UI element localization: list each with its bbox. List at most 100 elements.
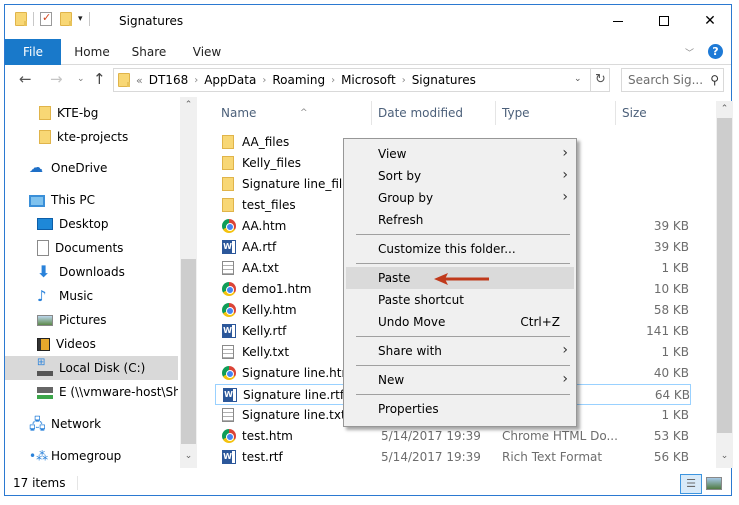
file-row[interactable]: test.htm 5/14/2017 19:39 Chrome HTML Do...… <box>215 426 691 447</box>
menu-item-group-by[interactable]: Group by › <box>346 187 574 209</box>
menu-item-label: Paste <box>378 271 411 285</box>
scroll-up-arrow-icon[interactable]: ⌃ <box>716 104 733 114</box>
expand-ribbon-chevron-icon[interactable]: ﹀ <box>685 46 694 59</box>
nav-pane-scrollbar[interactable]: ⌃ ⌄ <box>180 97 197 468</box>
scrollbar-thumb[interactable] <box>717 118 732 433</box>
divider <box>88 12 90 26</box>
menu-item-paste-shortcut[interactable]: Paste shortcut <box>346 289 574 311</box>
tab-file[interactable]: File <box>5 39 61 65</box>
menu-item-new[interactable]: New › <box>346 369 574 391</box>
scroll-down-arrow-icon[interactable]: ⌄ <box>716 451 733 461</box>
menu-item-view[interactable]: View › <box>346 143 574 165</box>
nav-item-onedrive[interactable]: ☁ OneDrive <box>5 156 178 180</box>
homegroup-icon: •⁂ <box>29 449 49 463</box>
nav-item-documents[interactable]: Documents <box>5 236 178 260</box>
nav-item-kte-bg[interactable]: KTE-bg <box>5 101 178 125</box>
address-history-dropdown-icon[interactable]: ⌄ <box>574 74 582 84</box>
breadcrumb-item[interactable]: Microsoft <box>341 73 396 87</box>
maximize-button[interactable] <box>641 5 687 37</box>
nav-item-local-disk[interactable]: Local Disk (C:) <box>5 356 178 380</box>
breadcrumb-item[interactable]: AppData <box>204 73 256 87</box>
properties-icon[interactable] <box>40 11 52 26</box>
nav-item-network[interactable]: 🖧 Network <box>5 412 178 436</box>
scroll-up-arrow-icon[interactable]: ⌃ <box>180 100 197 110</box>
column-header-size[interactable]: Size <box>615 101 695 125</box>
file-row[interactable]: test.rtf 5/14/2017 19:39 Rich Text Format 5… <box>215 447 691 468</box>
recent-locations-chevron-icon[interactable]: ⌄ <box>77 74 85 84</box>
breadcrumb-chevron-icon[interactable]: › <box>262 75 266 86</box>
nav-item-this-pc[interactable]: This PC <box>5 188 178 212</box>
file-size: 39 KB <box>653 219 689 233</box>
menu-item-undo-move[interactable]: Undo Move Ctrl+Z <box>346 311 574 333</box>
minimize-button[interactable] <box>595 5 641 37</box>
search-input[interactable]: Search Sig... ⚲ <box>621 68 724 92</box>
nav-item-videos[interactable]: Videos <box>5 332 178 356</box>
file-name: Kelly.htm <box>242 303 297 317</box>
column-header-date-modified[interactable]: Date modified <box>371 101 495 125</box>
chrome-html-icon <box>222 429 236 443</box>
new-folder-icon[interactable] <box>60 12 72 26</box>
menu-item-label: New <box>378 373 405 387</box>
file-name: AA.htm <box>242 219 287 233</box>
details-view-button[interactable]: ☰ <box>680 474 702 494</box>
file-size: 1 KB <box>661 408 689 422</box>
breadcrumb-chevron-icon[interactable]: › <box>194 75 198 86</box>
nav-item-homegroup[interactable]: •⁂ Homegroup <box>5 444 178 468</box>
column-header-type[interactable]: Type <box>495 101 615 125</box>
submenu-chevron-icon: › <box>562 342 568 358</box>
breadcrumb-item[interactable]: DT168 <box>149 73 188 87</box>
file-size: 141 KB <box>646 324 689 338</box>
menu-item-properties[interactable]: Properties <box>346 398 574 420</box>
menu-item-sort-by[interactable]: Sort by › <box>346 165 574 187</box>
local-disk-icon <box>37 357 53 376</box>
divider <box>33 12 34 26</box>
navigation-bar: ← → ⌄ ↑ « DT168 › AppData › Roaming › Mi… <box>5 65 731 95</box>
folder-icon <box>222 156 234 170</box>
file-name: Kelly_files <box>242 156 301 170</box>
menu-item-share-with[interactable]: Share with › <box>346 340 574 362</box>
large-icons-view-button[interactable] <box>706 477 722 490</box>
network-icon: 🖧 <box>29 415 46 433</box>
scrollbar-thumb[interactable] <box>181 259 196 444</box>
menu-item-customize-this-folder[interactable]: Customize this folder... <box>346 238 574 260</box>
nav-item-network-drive[interactable]: E (\\vmware-host\Shared Folders) <box>5 380 178 404</box>
tab-view[interactable]: View <box>185 39 229 65</box>
folder-icon <box>15 12 27 26</box>
customize-toolbar-dropdown-icon[interactable]: ▾ <box>78 14 83 24</box>
address-bar[interactable]: « DT168 › AppData › Roaming › Microsoft … <box>113 68 610 92</box>
forward-arrow-icon[interactable]: → <box>50 70 63 88</box>
chrome-html-icon <box>222 282 236 296</box>
menu-item-label: Share with <box>378 344 442 358</box>
tab-home[interactable]: Home <box>67 39 117 65</box>
nav-item-downloads[interactable]: ⬇ Downloads <box>5 260 178 284</box>
breadcrumb-chevron-icon[interactable]: › <box>402 75 406 86</box>
close-button[interactable]: ✕ <box>687 5 733 37</box>
breadcrumb-item[interactable]: Roaming <box>272 73 325 87</box>
nav-item-music[interactable]: ♪ Music <box>5 284 178 308</box>
tab-share[interactable]: Share <box>127 39 171 65</box>
annotation-arrow-icon <box>434 273 489 285</box>
pc-icon <box>29 195 45 207</box>
back-arrow-icon[interactable]: ← <box>19 70 32 88</box>
up-arrow-icon[interactable]: ↑ <box>93 70 106 88</box>
file-name: Signature line.txt <box>242 408 346 422</box>
nav-item-desktop[interactable]: Desktop <box>5 212 178 236</box>
breadcrumb-overflow[interactable]: « <box>136 74 143 87</box>
maximize-icon <box>659 16 669 26</box>
breadcrumb-item[interactable]: Signatures <box>412 73 476 87</box>
menu-item-shortcut: Ctrl+Z <box>520 315 560 329</box>
nav-item-pictures[interactable]: Pictures <box>5 308 178 332</box>
scroll-down-arrow-icon[interactable]: ⌄ <box>180 451 197 461</box>
file-name: Signature line.htm <box>242 366 354 380</box>
nav-item-kte-projects[interactable]: kte-projects <box>5 125 178 149</box>
file-type: Chrome HTML Do... <box>502 429 618 443</box>
menu-item-paste[interactable]: Paste <box>346 267 574 289</box>
help-icon[interactable]: ? <box>708 44 723 59</box>
refresh-icon[interactable]: ↻ <box>590 69 610 91</box>
menu-item-refresh[interactable]: Refresh <box>346 209 574 231</box>
nav-item-label: E (\\vmware-host\Shared Folders) <box>59 385 178 399</box>
column-header-name[interactable]: ^ Name <box>211 101 371 125</box>
folder-icon <box>118 73 130 87</box>
breadcrumb-chevron-icon[interactable]: › <box>331 75 335 86</box>
file-list-scrollbar[interactable]: ⌃ ⌄ <box>716 101 733 468</box>
